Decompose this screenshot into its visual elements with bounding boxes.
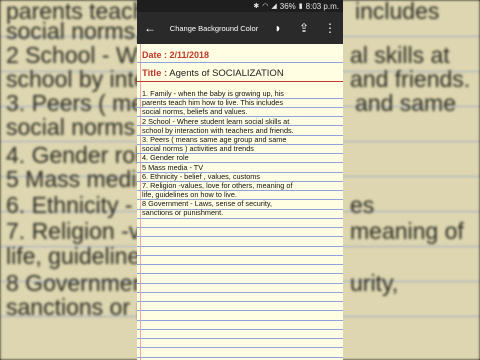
speaker-icon: ◗ (274, 21, 282, 35)
ruled-line (137, 347, 343, 348)
more-vert-icon: ⋮ (324, 21, 336, 35)
clock: 8:03 p.m. (305, 1, 339, 11)
note-line: 8 Government - Laws, sense of security, (142, 199, 273, 209)
note-line: life, guidelines on how to live. (142, 190, 237, 200)
title-underline (137, 81, 343, 82)
wifi-icon: ◠ (262, 3, 269, 10)
note-line: 2 School - Where student learn social sk… (142, 116, 290, 126)
bg-line-right: urity, (350, 270, 399, 296)
title-input[interactable]: Agents of SOCIALIZATION (169, 68, 283, 79)
bg-line: 8 Governmen (6, 270, 146, 296)
ruled-line (137, 255, 343, 256)
ruled-line (137, 236, 343, 237)
note-line: 6. Ethnicity - belief , values, customs (142, 171, 261, 181)
bg-line: social norms ) (6, 114, 150, 140)
ruled-line (137, 218, 343, 219)
note-line: sanctions or punishment. (142, 208, 224, 218)
bg-line-right: includes (355, 0, 440, 24)
toolbar-title: Change Background Color (169, 23, 259, 33)
bg-line: life, guideline (6, 243, 141, 269)
ruled-line (137, 273, 343, 274)
note-line: 4. Gender role (142, 153, 189, 163)
bg-line-right: meaning of (350, 218, 464, 244)
arrow-left-icon: ← (144, 21, 156, 35)
bg-line: 5 Mass media (6, 166, 150, 192)
ruled-line (137, 264, 343, 265)
ruled-line (137, 246, 343, 247)
status-bar: ✱ ◠ ◢ 36% ▮ 8:03 p.m. (137, 0, 343, 12)
note-paper[interactable]: Date : 2/11/2018 Title : Agents of SOCIA… (137, 44, 343, 360)
ruled-line (137, 357, 343, 358)
note-title-row: Title : Agents of SOCIALIZATION (142, 68, 284, 79)
note-line: 5 Mass media - TV (142, 162, 204, 172)
ruled-line (137, 62, 343, 63)
voice-button[interactable]: ◗ (265, 12, 291, 44)
battery-icon: ▮ (298, 3, 303, 10)
signal-icon: ◢ (271, 3, 277, 10)
bg-line: social norms, (6, 18, 142, 44)
note-date: Date : 2/11/2018 (142, 50, 210, 60)
note-line: parents teach him how to live. This incl… (142, 98, 284, 108)
bg-line: 3. Peers ( mea (6, 90, 157, 116)
overflow-menu-button[interactable]: ⋮ (317, 12, 343, 44)
bg-line-right: and same (355, 90, 457, 116)
bg-line: 4. Gender role (6, 142, 154, 168)
note-line: school by interaction with teachers and … (142, 125, 294, 135)
ruled-line (137, 310, 343, 311)
ruled-line (137, 227, 343, 228)
share-button[interactable]: ⇪ (291, 12, 317, 44)
ruled-line (137, 292, 343, 293)
back-button[interactable]: ← (137, 12, 163, 44)
ruled-line (137, 329, 343, 330)
ruled-line (137, 338, 343, 339)
bluetooth-icon: ✱ (253, 3, 260, 10)
margin-line (140, 44, 141, 360)
bg-line: 6. Ethnicity - b (6, 192, 152, 218)
note-line: 3. Peers ( means same age group and same (142, 134, 287, 144)
app-toolbar: ← Change Background Color ◗ ⇪ ⋮ (137, 12, 343, 44)
bg-line: sanctions or p (6, 294, 150, 320)
bg-line: school by inter (6, 66, 155, 92)
note-line: 7. Religion -values, love for others, me… (142, 180, 293, 190)
share-icon: ⇪ (298, 21, 310, 35)
note-body-editor[interactable]: 1. Family - when the baby is growing up,… (142, 89, 338, 218)
note-line: social norms ) activities and trends (142, 144, 254, 154)
bg-line-right: al skills at (350, 42, 450, 68)
ruled-line (137, 283, 343, 284)
phone-screen: ✱ ◠ ◢ 36% ▮ 8:03 p.m. ← Change Backgroun… (137, 0, 343, 360)
bg-line: 7. Religion -va (6, 218, 154, 244)
ruled-line (137, 301, 343, 302)
bg-line-right: es (350, 192, 375, 218)
battery-level: 36% (279, 1, 296, 11)
title-label: Title : (142, 68, 168, 79)
bg-line-right: and friends. (350, 66, 471, 92)
note-line: 1. Family - when the baby is growing up,… (142, 89, 284, 98)
note-line: social norms, beliefs and values. (142, 107, 248, 117)
ruled-line (137, 320, 343, 321)
